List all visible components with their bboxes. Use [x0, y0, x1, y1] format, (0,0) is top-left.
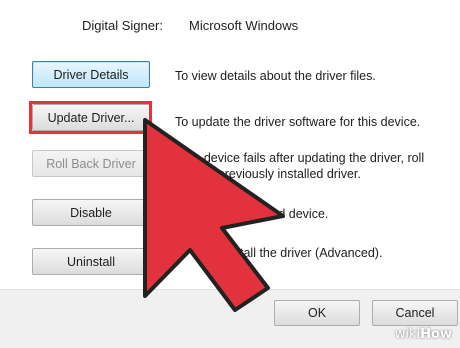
- uninstall-button[interactable]: Uninstall: [32, 248, 150, 275]
- uninstall-description: tall the driver (Advanced).: [240, 246, 383, 260]
- roll-back-description-line1: the device fails after updating the driv…: [183, 151, 425, 165]
- digital-signer-label: Digital Signer:: [82, 18, 163, 33]
- update-driver-description: To update the driver software for this d…: [175, 115, 421, 129]
- driver-details-button[interactable]: Driver Details: [32, 61, 150, 88]
- digital-signer-value: Microsoft Windows: [189, 18, 299, 33]
- roll-back-description-line2: to the previously installed driver.: [183, 167, 361, 181]
- ok-button[interactable]: OK: [274, 300, 360, 326]
- wikihow-watermark: wikiHow: [394, 327, 452, 342]
- cancel-button[interactable]: Cancel: [372, 300, 458, 326]
- driver-details-description: To view details about the driver files.: [175, 69, 376, 83]
- driver-properties-panel: Digital Signer: Microsoft Windows Driver…: [0, 0, 460, 290]
- roll-back-driver-button[interactable]: Roll Back Driver: [32, 150, 150, 177]
- disable-button[interactable]: Disable: [32, 199, 150, 226]
- disable-description: elected device.: [245, 207, 329, 221]
- update-driver-highlight: [29, 101, 152, 134]
